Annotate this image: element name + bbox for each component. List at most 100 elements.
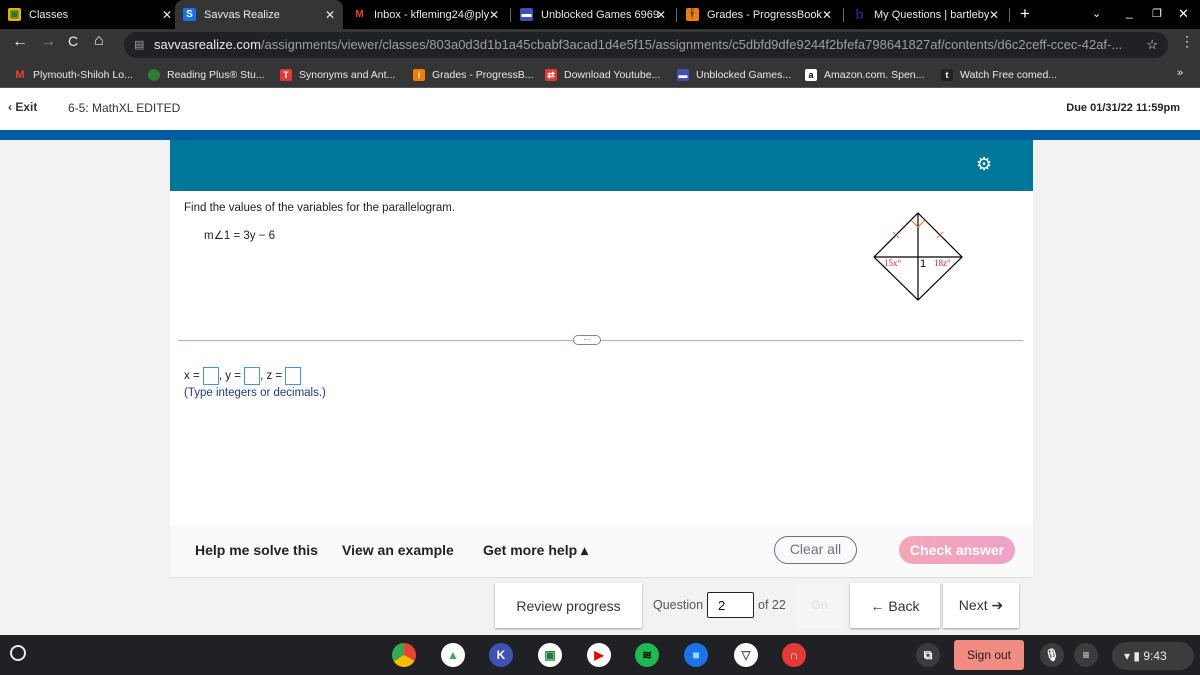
bookmark[interactable]: T Synonyms and Ant... (280, 61, 395, 88)
savvas-icon: S (183, 8, 196, 21)
gmail-icon: M (355, 9, 364, 20)
tab-label: Grades - ProgressBook (707, 8, 822, 21)
check-answer-button[interactable]: Check answer (899, 536, 1015, 564)
site-info-icon[interactable]: ▤ (134, 32, 144, 58)
bookmark[interactable]: a Amazon.com. Spen... (805, 61, 924, 88)
unblocked-games-icon: ▬ (520, 8, 533, 21)
bookmark-label: Amazon.com. Spen... (824, 68, 925, 81)
youtube-icon[interactable]: ▶ (587, 643, 611, 667)
close-icon[interactable]: ✕ (656, 8, 666, 22)
bookmark[interactable]: t Watch Free comed... (941, 61, 1057, 88)
label-angle-1: 1 (920, 258, 926, 270)
headphones-icon[interactable]: ∩ (782, 643, 806, 667)
assignment-title: 6-5: MathXL EDITED (68, 101, 181, 115)
bookmark-label: Plymouth-Shiloh Lo... (33, 68, 133, 81)
restore-icon[interactable]: ❐ (1152, 7, 1162, 20)
z-answer-input[interactable] (285, 367, 302, 385)
bookmark-label: Watch Free comed... (960, 68, 1058, 81)
bookmark[interactable]: Reading Plus® Stu... (148, 61, 265, 88)
clear-all-button[interactable]: Clear all (774, 536, 857, 564)
gear-icon[interactable]: ⚙ (976, 154, 992, 175)
answer-row: x = , y = , z = (184, 367, 302, 385)
menu-icon[interactable]: ⋮ (1180, 33, 1194, 50)
wifi-icon: ▾ (1124, 649, 1131, 663)
battery-icon: ▮ (1133, 649, 1140, 663)
tab-unblocked[interactable]: ▬ Unblocked Games 6969 ✕ (512, 0, 674, 29)
exit-label: Exit (15, 100, 38, 114)
go-button[interactable]: Go (796, 583, 843, 628)
tab-gmail[interactable]: M Inbox - kfleming24@ply ✕ (345, 0, 507, 29)
due-date: Due 01/31/22 11:59pm (1066, 102, 1180, 114)
tab-label: Inbox - kfleming24@ply (374, 8, 489, 21)
sign-out-button[interactable]: Sign out (954, 640, 1024, 670)
given-equation: m∠1 = 3y − 6 (204, 230, 276, 242)
chrome-icon[interactable] (392, 643, 416, 667)
review-progress-button[interactable]: Review progress (495, 583, 642, 628)
question-toolbar: ⚙ (170, 140, 1033, 191)
label-15x: 15x° (884, 258, 902, 268)
back-icon[interactable]: ← (12, 33, 28, 51)
close-window-icon[interactable]: ✕ (1178, 6, 1189, 22)
new-tab-icon[interactable]: + (1020, 4, 1030, 24)
google-classroom-icon: ▣ (8, 8, 21, 21)
bookmark[interactable]: ⇄ Download Youtube... (545, 61, 660, 88)
google-drive-icon[interactable]: ▲ (441, 643, 465, 667)
tab-label: My Questions | bartleby (874, 8, 990, 21)
microphone-icon[interactable]: 🎙 (1040, 643, 1064, 667)
reload-icon[interactable]: C (68, 33, 78, 49)
files-icon[interactable]: ■ (684, 643, 708, 667)
holding-space-icon[interactable]: ⧉ (916, 643, 940, 667)
x-answer-input[interactable] (202, 367, 219, 385)
close-icon[interactable]: ✕ (822, 8, 832, 22)
clock: 9:43 (1143, 649, 1167, 663)
view-example-button[interactable]: View an example (342, 542, 454, 558)
more-bookmarks-icon[interactable]: » (1177, 67, 1183, 79)
exit-button[interactable]: ‹ Exit (8, 100, 37, 114)
gmail-icon: M (15, 68, 25, 81)
bookmark[interactable]: ▬ Unblocked Games... (677, 61, 791, 88)
google-classroom-icon[interactable]: ▣ (538, 643, 562, 667)
bookmark[interactable]: M Plymouth-Shiloh Lo... (14, 61, 133, 88)
bookmark-label: Synonyms and Ant... (299, 68, 396, 81)
bookmark[interactable]: i Grades - ProgressB... (413, 61, 534, 88)
spotify-icon[interactable]: ≋ (635, 643, 659, 667)
help-me-solve-button[interactable]: Help me solve this (195, 542, 318, 558)
question-label: Question (653, 598, 704, 612)
reading-plus-icon (148, 68, 160, 81)
close-icon[interactable]: ✕ (325, 8, 335, 22)
back-button[interactable]: ← Back (850, 583, 940, 628)
bartleby-icon: b (855, 6, 864, 22)
close-icon[interactable]: ✕ (489, 8, 499, 22)
unblocked-games-icon: ▬ (677, 68, 689, 81)
home-icon[interactable]: ⌂ (94, 32, 104, 50)
tab-search-icon[interactable]: ⌄ (1092, 7, 1101, 20)
status-tray[interactable]: ▾ ▮ 9:43 (1112, 642, 1194, 670)
bookmark-star-icon[interactable]: ☆ (1142, 32, 1158, 58)
tab-progressbook[interactable]: 🕴 Grades - ProgressBook ✕ (678, 0, 840, 29)
kami-icon[interactable]: K (489, 643, 513, 667)
get-more-help-button[interactable]: Get more help ▴ (483, 542, 588, 559)
expand-button[interactable]: ··· (573, 335, 601, 345)
label-18z: 18z° (934, 258, 951, 268)
bookmarks-bar: M Plymouth-Shiloh Lo... Reading Plus® Stu… (0, 61, 1200, 88)
securly-icon[interactable]: ▽ (734, 643, 758, 667)
tab-label: Unblocked Games 6969 (541, 8, 659, 21)
close-icon[interactable]: ✕ (162, 8, 172, 22)
minimize-icon[interactable]: _ (1126, 5, 1133, 19)
question-total: of 22 (758, 598, 786, 612)
next-button[interactable]: Next ➔ (943, 583, 1019, 628)
launcher-icon[interactable] (10, 645, 26, 661)
close-icon[interactable]: ✕ (989, 8, 999, 22)
address-bar[interactable]: ▤ savvasrealize.com/assignments/viewer/c… (124, 32, 1168, 58)
tab-classes[interactable]: ▣ Classes ✕ (0, 0, 180, 29)
download-icon: ⇄ (545, 68, 557, 81)
tab-label: Savvas Realize (204, 8, 280, 21)
tab-savvas[interactable]: S Savvas Realize ✕ (175, 0, 343, 29)
media-controls-icon[interactable]: ≡ (1074, 643, 1098, 667)
tab-label: Classes (29, 8, 69, 21)
tab-bartleby[interactable]: b My Questions | bartleby ✕ (845, 0, 1007, 29)
forward-icon[interactable]: → (40, 33, 56, 51)
y-answer-input[interactable] (244, 367, 261, 385)
progressbook-icon: i (413, 68, 425, 81)
question-number-input[interactable]: 2 (707, 592, 754, 618)
